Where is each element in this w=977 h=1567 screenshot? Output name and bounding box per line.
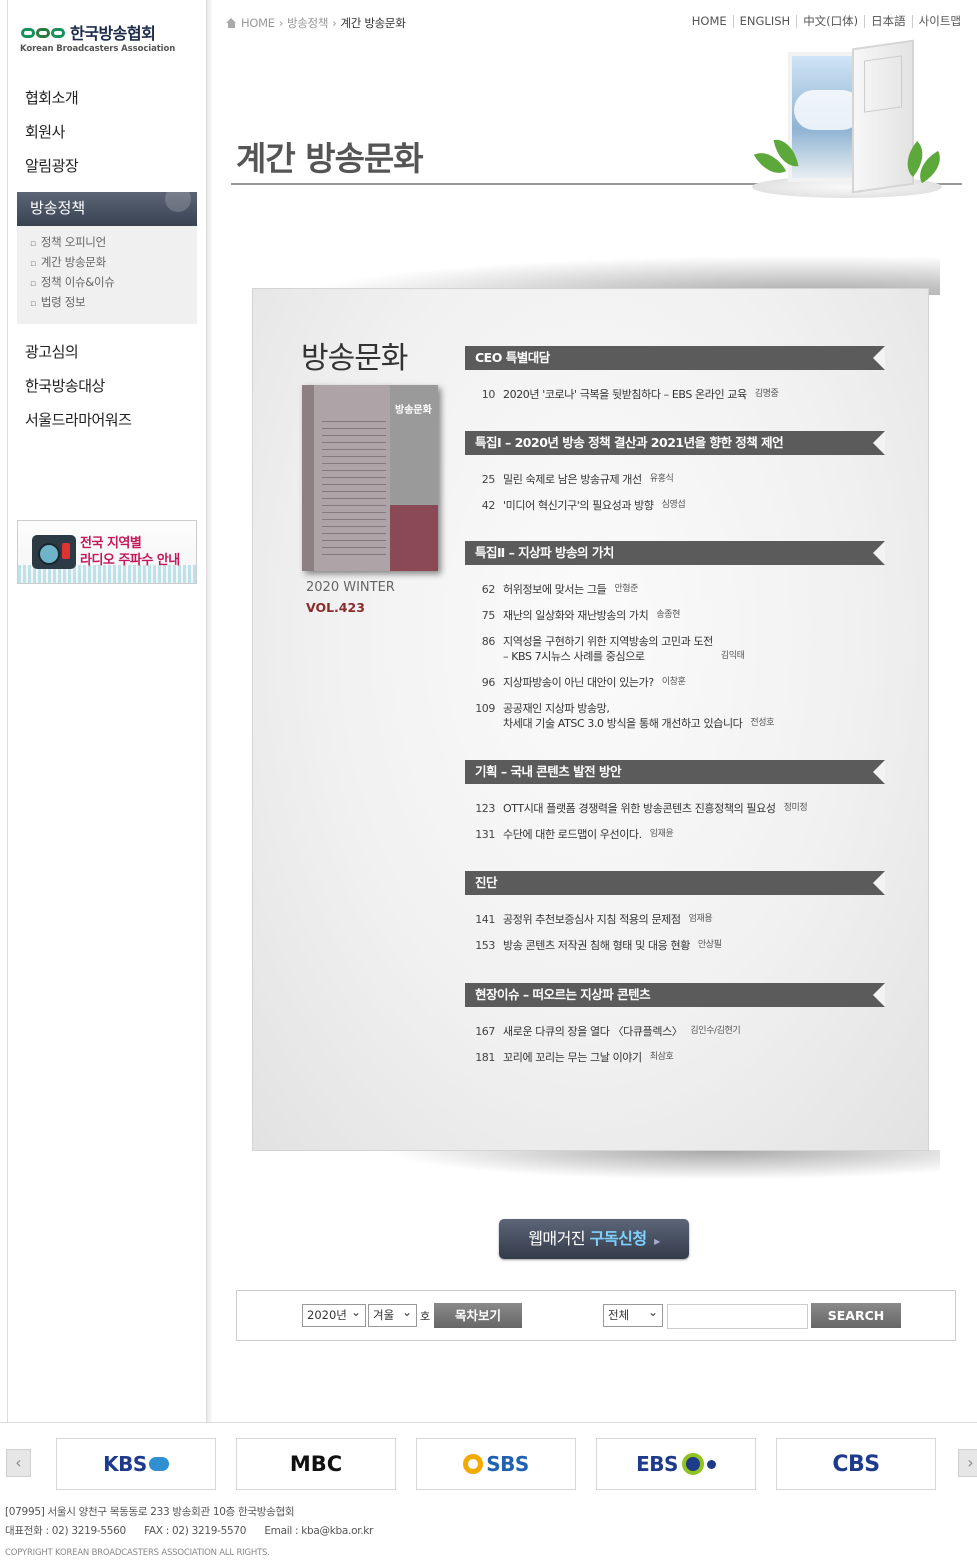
- sidebar-nav-bottom: 광고심의 한국방송대상 서울드라마어워즈: [25, 340, 132, 442]
- sidebar-item-ad-review[interactable]: 광고심의: [25, 340, 131, 374]
- toc-item[interactable]: 62 허위정보에 맞서는 그들 안형준: [465, 582, 905, 597]
- footer-copyright: COPYRIGHT KOREAN BROADCASTERS ASSOCIATIO…: [5, 1548, 270, 1558]
- footer-address-block: [07995] 서울시 양천구 목동동로 233 방송회관 10층 한국방송협회…: [5, 1503, 373, 1541]
- subnav-item-opinion[interactable]: 정책 오피니언: [17, 232, 197, 252]
- subnav-item-quarterly[interactable]: 계간 방송문화: [17, 252, 197, 272]
- radio-frequency-banner[interactable]: 전국 지역별 라디오 주파수 안내: [17, 520, 197, 584]
- subscribe-button[interactable]: 웹매거진 구독신청 ▶: [499, 1219, 689, 1259]
- toc-item[interactable]: 10 2020년 '코로나' 극복을 뒷받침하다 – EBS 온라인 교육 김명…: [465, 387, 905, 402]
- ho-label: 호: [420, 1310, 431, 1323]
- sidebar-item-notice[interactable]: 알림광장: [25, 154, 79, 188]
- cbs-logo[interactable]: CBS: [776, 1438, 936, 1490]
- season-select[interactable]: 겨울: [368, 1302, 417, 1327]
- section-header: 특집Ⅰ – 2020년 방송 정책 결산과 2021년을 향한 정책 제언: [465, 431, 885, 455]
- subnav-item-law[interactable]: 법령 정보: [17, 292, 197, 312]
- kba-logo-icon: [21, 28, 65, 38]
- chevron-right-icon: ›: [278, 16, 284, 30]
- subscribe-highlight: 구독신청: [589, 1229, 647, 1248]
- section-header: 현장이슈 – 떠오르는 지상파 콘텐츠: [465, 983, 885, 1007]
- footer-address: [07995] 서울시 양천구 목동동로 233 방송회관 10층 한국방송협회: [5, 1506, 295, 1518]
- toc-item[interactable]: 25 밀린 숙제로 남은 방송규제 개선 유홍식: [465, 472, 905, 487]
- kba-logo[interactable]: 한국방송협회 Korean Broadcasters Association: [20, 24, 176, 55]
- sidebar-item-policy[interactable]: 방송정책: [17, 192, 197, 226]
- toc-item[interactable]: 42 '미디어 혁신기구'의 필요성과 방향 심영섭: [465, 498, 905, 513]
- section-header: 특집Ⅱ – 지상파 방송의 가치: [465, 541, 885, 565]
- issue-search-bar: 2020년 겨울 호 목차보기 전체 SEARCH: [236, 1290, 956, 1341]
- topmenu-sitemap[interactable]: 사이트맵: [911, 15, 967, 28]
- door-illustration: [740, 39, 948, 200]
- toc-item[interactable]: 153 방송 콘텐츠 저작권 침해 형태 및 대응 현황 안상필: [465, 938, 905, 953]
- breadcrumb-parent[interactable]: 방송정책: [287, 15, 328, 31]
- toc-item[interactable]: 141 공정위 추천보증심사 지침 적용의 문제점 엄재용: [465, 912, 905, 927]
- radio-icon: [32, 535, 76, 569]
- sbs-mark-icon: [463, 1454, 484, 1474]
- page-title: 계간 방송문화: [236, 139, 424, 178]
- sidebar-nav-top: 협회소개 회원사 알림광장: [25, 86, 79, 188]
- sbs-logo[interactable]: SBS: [416, 1438, 576, 1490]
- sidebar: 한국방송협회 Korean Broadcasters Association 협…: [7, 0, 212, 1422]
- section-header: CEO 특별대담: [465, 346, 885, 370]
- toc-item[interactable]: 131 수단에 대한 로드맵이 우선이다. 임재윤: [465, 827, 905, 842]
- banner-line2: 라디오 주파수 안내: [80, 553, 180, 568]
- topmenu-english[interactable]: ENGLISH: [732, 15, 797, 28]
- carousel-next-button[interactable]: ›: [958, 1449, 977, 1477]
- toc-item[interactable]: 181 꼬리에 꼬리는 무는 그날 이야기 최삼호: [465, 1050, 905, 1065]
- topmenu-home[interactable]: HOME: [686, 15, 733, 28]
- search-input[interactable]: [667, 1304, 808, 1329]
- section-header: 진단: [465, 871, 885, 895]
- footer-divider: [0, 1422, 977, 1423]
- section-header: 기획 – 국내 콘텐츠 발전 방안: [465, 760, 885, 784]
- kbs-mark-icon: [148, 1457, 169, 1471]
- toc-view-button[interactable]: 목차보기: [434, 1303, 522, 1328]
- kbs-logo[interactable]: KBS: [56, 1438, 216, 1490]
- toc-item[interactable]: 109 공공재인 지상파 방송망, 차세대 기술 ATSC 3.0 방식을 통해…: [465, 701, 905, 731]
- banner-line1: 전국 지역별: [80, 536, 142, 551]
- topmenu-chinese[interactable]: 中文(口体): [796, 15, 864, 28]
- home-icon: [226, 18, 237, 28]
- logo-english-text: Korean Broadcasters Association: [20, 44, 176, 54]
- mbc-logo[interactable]: MBC: [236, 1438, 396, 1490]
- search-scope-select[interactable]: 전체: [603, 1302, 663, 1327]
- toc-item[interactable]: 96 지상파방송이 아닌 대안이 있는가? 이창훈: [465, 675, 905, 690]
- footer-contact: 대표전화 : 02) 3219-5560 FAX : 02) 3219-5570…: [5, 1525, 374, 1537]
- year-select[interactable]: 2020년: [302, 1302, 366, 1327]
- top-utility-menu: HOME ENGLISH 中文(口体) 日本語 사이트맵: [686, 15, 967, 28]
- breadcrumb-current: 계간 방송문화: [340, 16, 406, 30]
- toc-item[interactable]: 86 지역성을 구현하기 위한 지역방송의 고민과 도전 – KBS 7시뉴스 …: [465, 634, 905, 664]
- issue-volume: VOL.423: [306, 600, 365, 615]
- magazine-toc-panel: 방송문화 방송문화 2020 WINTER VOL.423 CEO 특별대담 1…: [252, 288, 929, 1151]
- subnav-item-issue[interactable]: 정책 이슈&이슈: [17, 272, 197, 292]
- toc-item[interactable]: 123 OTT시대 플랫폼 경쟁력을 위한 방송콘텐츠 진흥정책의 필요성 정미…: [465, 801, 905, 816]
- cover-title: 방송문화: [395, 405, 432, 416]
- magazine-title: 방송문화: [301, 341, 408, 376]
- toc-item[interactable]: 75 재난의 일상화와 재난방송의 가치 송종현: [465, 608, 905, 623]
- carousel-prev-button[interactable]: ‹: [6, 1449, 31, 1477]
- issue-season: 2020 WINTER: [306, 580, 395, 595]
- logo-korean-text: 한국방송협회: [70, 24, 156, 43]
- search-button[interactable]: SEARCH: [811, 1303, 901, 1328]
- caret-right-icon: ▶: [654, 1237, 660, 1246]
- magazine-cover[interactable]: 방송문화: [302, 385, 438, 571]
- breadcrumb-home[interactable]: HOME: [241, 16, 275, 30]
- sidebar-item-awards[interactable]: 한국방송대상: [25, 374, 131, 408]
- topmenu-japanese[interactable]: 日本語: [864, 15, 912, 28]
- sidebar-item-drama-awards[interactable]: 서울드라마어워즈: [25, 408, 132, 442]
- chevron-right-icon: ›: [332, 16, 337, 30]
- sidebar-subnav: 정책 오피니언 계간 방송문화 정책 이슈&이슈 법령 정보: [17, 226, 197, 324]
- ebs-mark-icon: [681, 1453, 704, 1475]
- breadcrumb: HOME › 방송정책 › 계간 방송문화: [226, 15, 406, 31]
- sidebar-item-about[interactable]: 협회소개: [25, 86, 79, 120]
- sidebar-item-members[interactable]: 회원사: [25, 120, 78, 154]
- subscribe-prefix: 웹매거진: [528, 1229, 586, 1248]
- toc-item[interactable]: 167 새로운 다큐의 장을 열다 〈다큐플렉스〉 김인수/김현기: [465, 1024, 905, 1039]
- ebs-logo[interactable]: EBS: [596, 1438, 756, 1490]
